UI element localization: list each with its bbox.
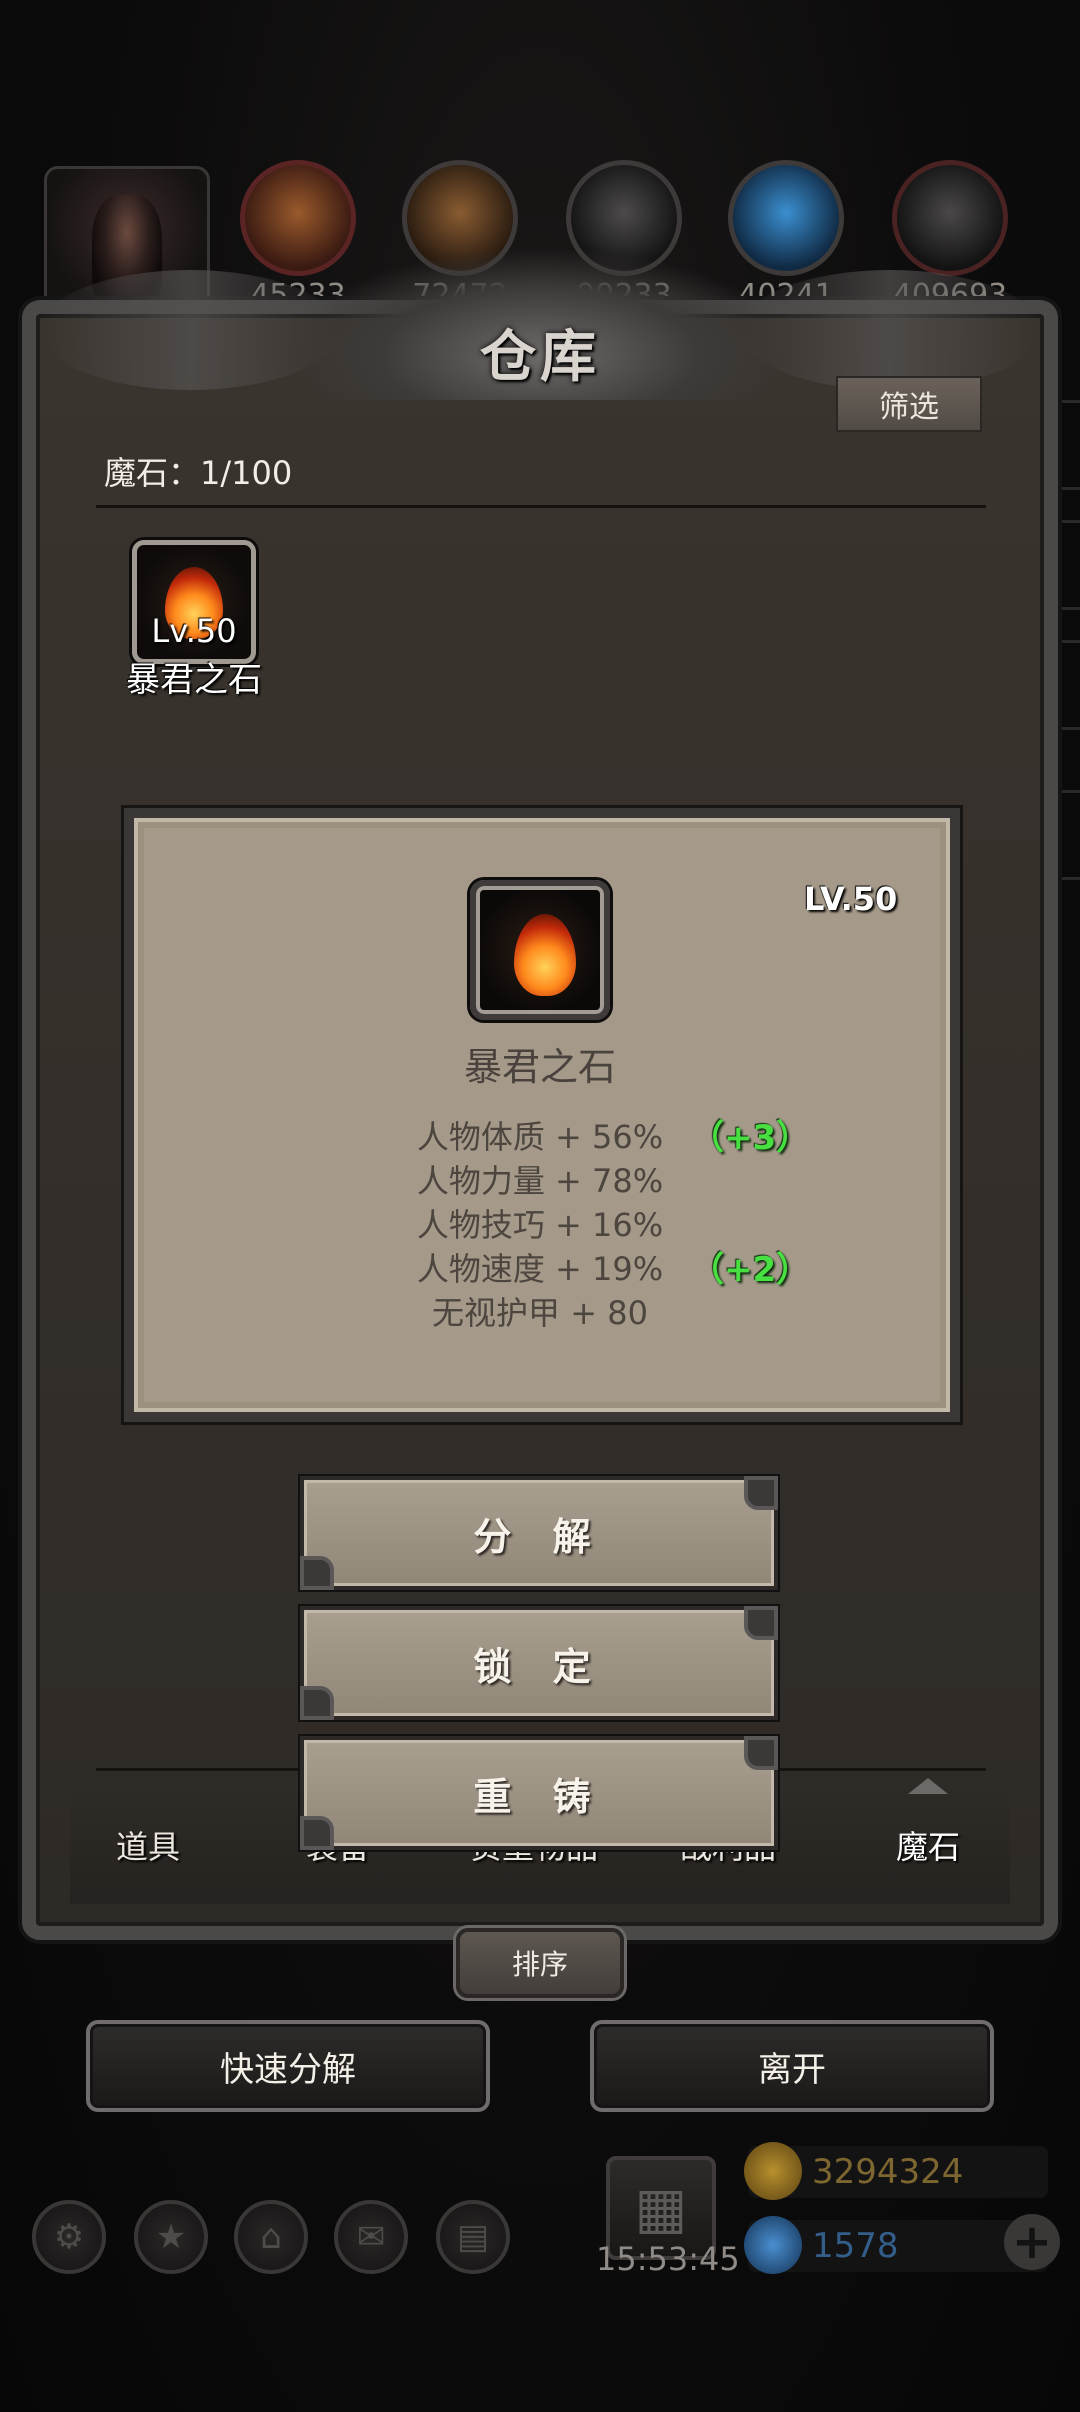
- dark-stone-icon[interactable]: [892, 160, 1008, 276]
- stone-capacity: 魔石：1/100: [104, 454, 293, 492]
- recast-button[interactable]: 重 铸: [300, 1736, 778, 1850]
- filter-button[interactable]: 筛选: [836, 376, 982, 432]
- star-icon[interactable]: ★: [134, 2200, 208, 2274]
- stat-bonus: （+2）: [690, 1250, 811, 1290]
- flame-stone-icon: [514, 914, 576, 996]
- gift-timer: 15:53:45: [596, 2240, 740, 2278]
- quick-decompose-button[interactable]: 快速分解: [86, 2020, 490, 2112]
- mail-icon[interactable]: ✉: [334, 2200, 408, 2274]
- blue-gem-icon: [744, 2216, 802, 2274]
- decompose-button[interactable]: 分 解: [300, 1476, 778, 1590]
- active-tab-indicator: [908, 1774, 948, 1794]
- stat-line: 人物力量 + 78%: [416, 1162, 664, 1200]
- book-icon[interactable]: ▤: [436, 2200, 510, 2274]
- tab-magic-stone[interactable]: 魔石: [896, 1822, 960, 1868]
- detail-item-name: 暴君之石: [463, 1045, 616, 1089]
- settings-icon[interactable]: ⚙: [32, 2200, 106, 2274]
- gate-icon[interactable]: ⌂: [234, 2200, 308, 2274]
- divider: [96, 505, 986, 508]
- detail-level: LV.50: [804, 880, 898, 918]
- stat-line: 人物体质 + 56%: [416, 1118, 664, 1156]
- gold-amount: 3294324: [812, 2152, 964, 2192]
- stat-bonus: （+3）: [690, 1118, 811, 1158]
- item-name: 暴君之石: [126, 660, 262, 700]
- stat-line: 人物速度 + 19%: [416, 1250, 664, 1288]
- sort-button[interactable]: 排序: [456, 1928, 624, 1998]
- lock-button[interactable]: 锁 定: [300, 1606, 778, 1720]
- leave-button[interactable]: 离开: [590, 2020, 994, 2112]
- detail-item-slot: [470, 880, 610, 1020]
- item-level: Lv.50: [151, 612, 237, 650]
- gold-coin-icon: [744, 2142, 802, 2200]
- stat-line: 人物技巧 + 16%: [416, 1206, 664, 1244]
- gem-amount: 1578: [812, 2226, 899, 2266]
- add-currency-button[interactable]: +: [1004, 2214, 1060, 2270]
- stat-line: 无视护甲 + 80: [432, 1294, 648, 1332]
- tab-items[interactable]: 道具: [116, 1822, 180, 1868]
